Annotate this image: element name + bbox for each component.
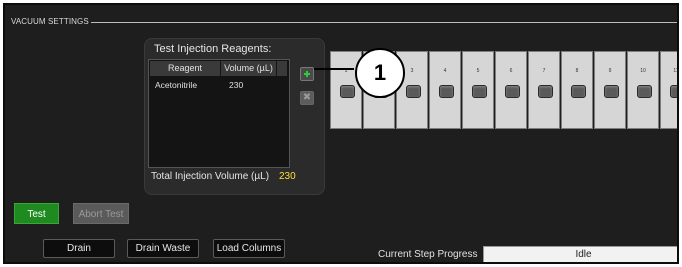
column-card[interactable]: 9 [594,51,626,129]
column-indicator-icon[interactable] [340,85,355,98]
section-divider [91,22,677,23]
load-columns-button[interactable]: Load Columns [213,239,285,258]
column-indicator-icon[interactable] [604,85,619,98]
column-indicator-icon[interactable] [472,85,487,98]
reagent-panel-title: Test Injection Reagents: [154,43,272,55]
column-card[interactable]: 5 [462,51,494,129]
column-number: 4 [443,68,447,74]
column-number: 6 [509,68,513,74]
column-card[interactable]: 4 [429,51,461,129]
column-number: 5 [476,68,480,74]
test-button[interactable]: Test [14,203,59,224]
column-indicator-icon[interactable] [538,85,553,98]
add-reagent-button[interactable] [300,67,314,81]
total-volume-value: 230 [279,171,296,182]
column-indicator-icon[interactable] [505,85,520,98]
column-header-blank [277,61,288,76]
drain-button[interactable]: Drain [43,239,115,258]
table-cell-volume[interactable]: 230 [229,80,243,90]
reagent-panel: Test Injection Reagents: Reagent Volume … [144,38,325,195]
x-icon: ✖ [302,92,312,103]
column-indicator-icon[interactable] [670,85,677,98]
column-number: 11 [673,68,679,74]
column-indicator-icon[interactable] [637,85,652,98]
column-number: 10 [640,68,646,74]
column-indicator-icon[interactable] [406,85,421,98]
total-volume-label: Total Injection Volume (µL) [151,171,270,182]
column-indicator-icon[interactable] [439,85,454,98]
column-indicator-icon[interactable] [571,85,586,98]
reagent-table[interactable]: Reagent Volume (µL) Acetonitrile 230 [148,59,290,168]
abort-test-button[interactable]: Abort Test [73,203,129,224]
vacuum-settings-panel: VACUUM SETTINGS Test Injection Reagents:… [3,3,679,264]
column-number: 7 [542,68,546,74]
column-number: 8 [575,68,579,74]
callout-leader-line [314,68,354,70]
column-header-volume[interactable]: Volume (µL) [221,61,277,76]
progress-label: Current Step Progress [378,249,478,260]
remove-reagent-button[interactable]: ✖ [300,91,314,105]
column-header-reagent[interactable]: Reagent [150,61,221,76]
callout-marker: 1 [355,48,405,98]
column-card[interactable]: 8 [561,51,593,129]
drain-waste-button[interactable]: Drain Waste [127,239,199,258]
column-number: 9 [608,68,612,74]
column-card[interactable]: 11 [660,51,679,129]
table-cell-reagent[interactable]: Acetonitrile [155,80,197,90]
column-card[interactable]: 6 [495,51,527,129]
column-card[interactable]: 10 [627,51,659,129]
column-card[interactable]: 7 [528,51,560,129]
progress-status: Idle [483,246,677,262]
section-label: VACUUM SETTINGS [11,17,89,26]
